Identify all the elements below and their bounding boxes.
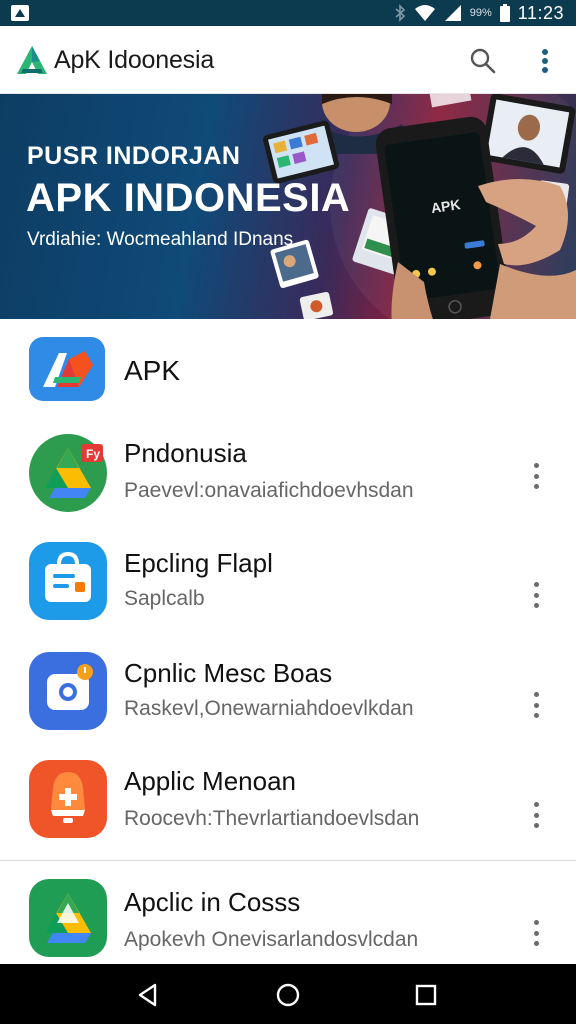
drive-app-icon: Fy — [29, 434, 107, 512]
app-title: Pndonusia — [124, 438, 247, 468]
battery-percent: 99% — [469, 7, 492, 19]
app-bar: ApK Idoonesia — [0, 26, 576, 94]
more-options-icon[interactable] — [524, 688, 548, 722]
home-icon[interactable] — [275, 982, 301, 1008]
list-item[interactable]: Cpnlic Mesc Boas Raskevl,Onewarniahdoevl… — [0, 644, 576, 754]
app-subtitle: Paevevl:onavaiafichdoevhsdan — [124, 479, 414, 502]
app-title: APK — [124, 355, 181, 386]
app-title: ApK Idoonesia — [54, 46, 215, 74]
app-title: Applic Menoan — [124, 766, 296, 796]
notification-icon — [11, 5, 29, 21]
list-item[interactable]: Applic Menoan Roocevh:Thevrlartiandoevls… — [0, 754, 576, 859]
list-item[interactable]: Fy Pndonusia Paevevl:onavaiafichdoevhsda… — [0, 424, 576, 534]
list-item[interactable]: Apclic in Cosss Apokevh Onevisarlandosvl… — [0, 861, 576, 964]
back-icon[interactable] — [135, 982, 161, 1008]
bluetooth-icon — [395, 4, 405, 22]
search-icon[interactable] — [468, 46, 498, 76]
more-options-icon[interactable] — [524, 578, 548, 612]
battery-icon — [499, 4, 510, 22]
more-options-icon[interactable] — [524, 459, 548, 493]
app-subtitle: Raskevl,Onewarniahdoevlkdan — [124, 697, 414, 720]
list-item[interactable]: Epcling Flapl Saplcalb — [0, 534, 576, 644]
promo-banner[interactable]: APK PUSR INDORJAN APK INDONESIA Vrdiahie… — [0, 94, 576, 319]
banner-kicker: PUSR INDORJAN — [27, 142, 241, 170]
list-divider — [0, 860, 576, 861]
app-title: Epcling Flapl — [124, 548, 273, 578]
app-title: Apclic in Cosss — [124, 887, 301, 917]
camera-app-icon — [29, 652, 107, 730]
status-time: 11:23 — [517, 2, 564, 23]
banner-title: APK INDONESIA — [26, 176, 351, 220]
more-vert-icon[interactable] — [533, 46, 557, 76]
wifi-icon — [414, 5, 435, 21]
app-title: Cpnlic Mesc Boas — [124, 658, 333, 688]
app-subtitle: Apokevh Onevisarlandosvlcdan — [124, 928, 419, 951]
store-app-icon — [29, 542, 107, 620]
status-bar: 99% 11:23 — [0, 0, 576, 26]
signal-icon — [444, 5, 461, 21]
drive-green-app-icon — [29, 879, 107, 957]
list-item[interactable]: APK — [0, 319, 576, 424]
status-icons: 99% 11:23 — [394, 0, 564, 26]
banner-subtitle: Vrdiahie: Wocmeahland IDnans — [27, 229, 294, 250]
recents-icon[interactable] — [413, 982, 439, 1008]
svg-text:Fy: Fy — [86, 447, 100, 461]
apk-app-icon — [29, 337, 105, 401]
more-options-icon[interactable] — [524, 916, 548, 950]
app-subtitle: Saplcalb — [124, 587, 205, 610]
app-subtitle: Roocevh:Thevrlartiandoevlsdan — [124, 807, 420, 830]
more-options-icon[interactable] — [524, 798, 548, 832]
alert-app-icon — [29, 760, 107, 838]
navigation-bar — [0, 964, 576, 1024]
apk-logo-icon — [17, 46, 47, 74]
